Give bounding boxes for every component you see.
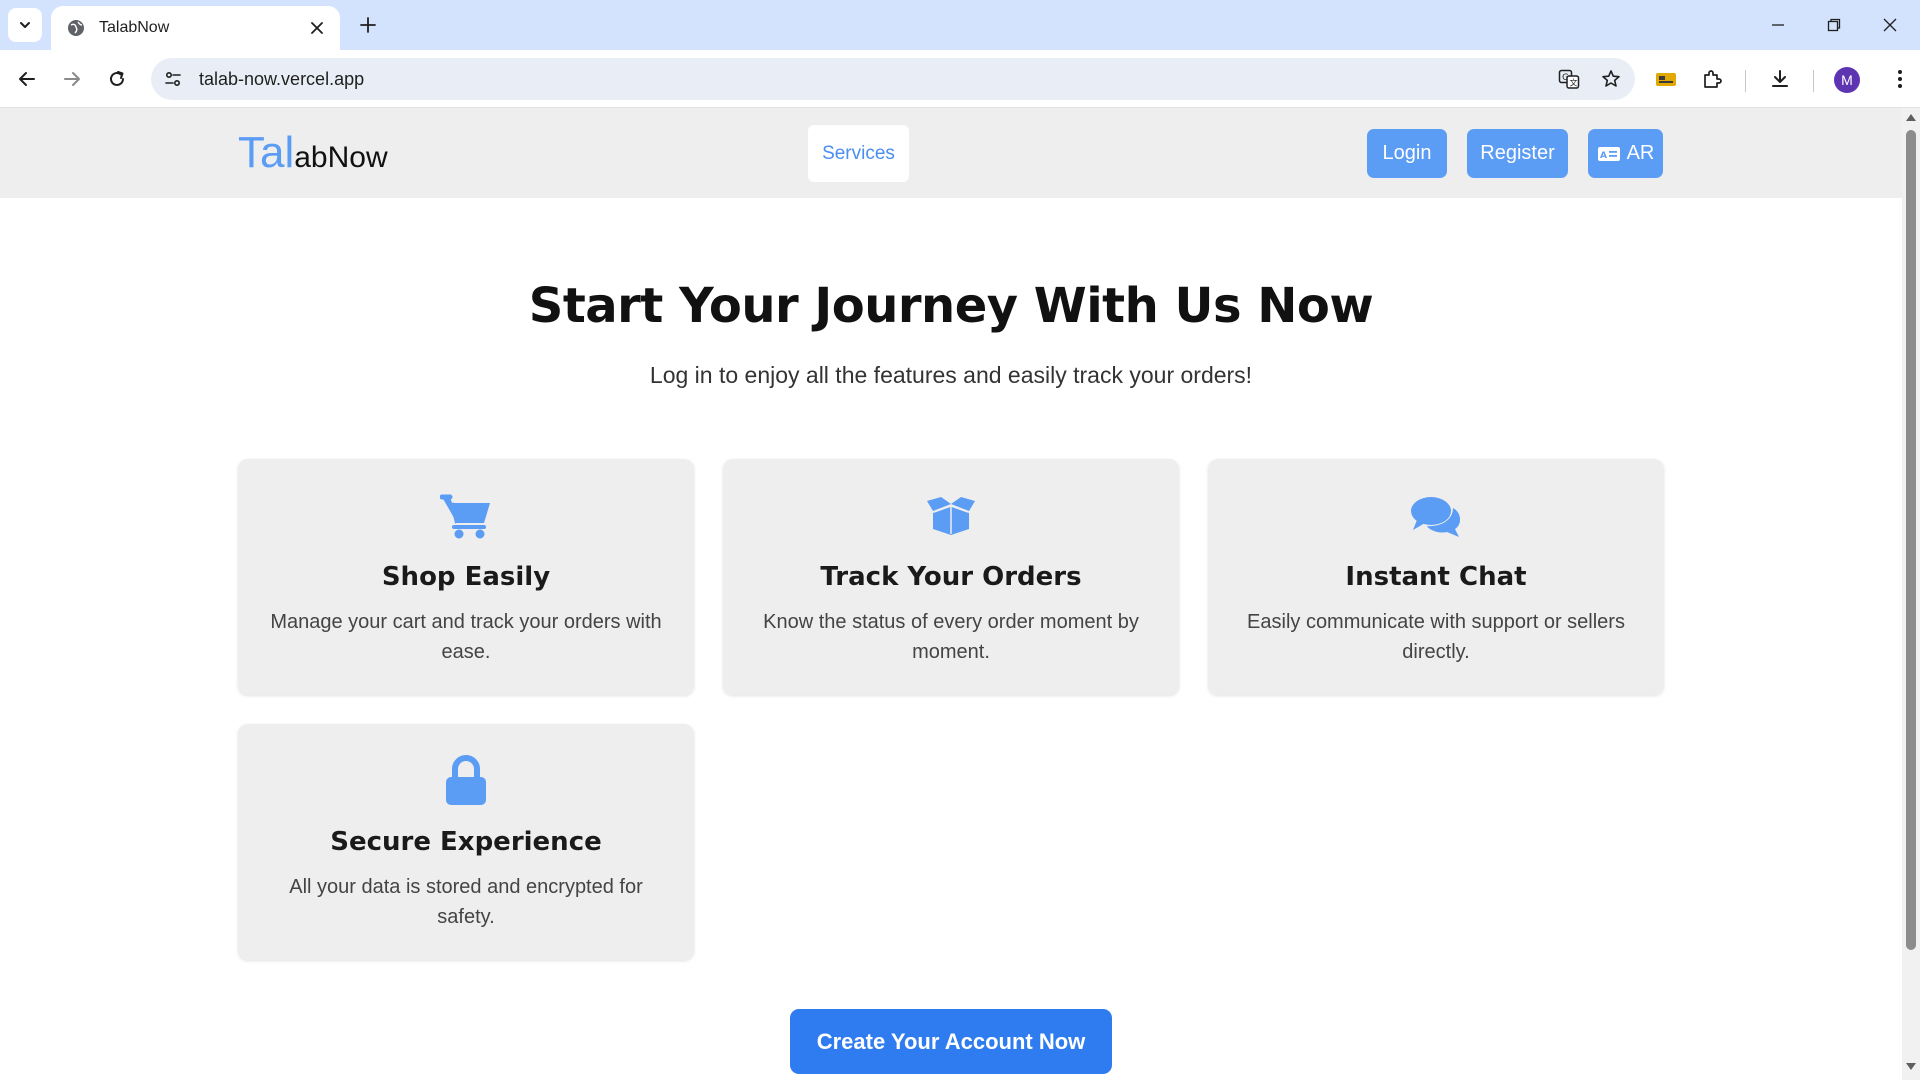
- feature-description: Know the status of every order moment by…: [763, 611, 1139, 663]
- arrow-right-icon: [64, 72, 80, 86]
- feature-description: Easily communicate with support or selle…: [1247, 611, 1625, 663]
- browser-tab-bar: TalabNow: [0, 0, 1920, 50]
- scroll-up-arrow[interactable]: [1906, 114, 1916, 121]
- toolbar-separator: [1745, 70, 1746, 92]
- chat-icon: [1208, 489, 1664, 543]
- svg-text:文: 文: [1570, 78, 1578, 88]
- minimize-icon: [1772, 24, 1784, 26]
- nav-services-link[interactable]: Services: [808, 125, 909, 182]
- lock-icon: [238, 754, 694, 808]
- translate-icon[interactable]: G文: [1551, 61, 1587, 97]
- feature-card-chat: Instant Chat Easily communicate with sup…: [1208, 459, 1664, 695]
- hero-title: Start Your Journey With Us Now: [528, 278, 1374, 334]
- site-info-icon[interactable]: [155, 61, 191, 97]
- globe-icon: [68, 20, 84, 36]
- close-icon: [1883, 18, 1897, 32]
- logo-text-accent: Tal: [238, 128, 295, 177]
- feature-card-shop: Shop Easily Manage your cart and track y…: [238, 459, 694, 695]
- minimize-window-button[interactable]: [1750, 0, 1806, 50]
- back-button[interactable]: [9, 61, 45, 97]
- feature-title: Shop Easily: [381, 562, 551, 592]
- restore-icon: [1827, 18, 1841, 32]
- hero-subtitle: Log in to enjoy all the features and eas…: [649, 362, 1253, 388]
- extension-badge-icon: [1656, 73, 1676, 86]
- login-button[interactable]: Login: [1367, 129, 1447, 178]
- scrollbar-thumb[interactable]: [1906, 130, 1916, 950]
- feature-description: Manage your cart and track your orders w…: [270, 611, 662, 663]
- cart-icon: [238, 489, 694, 543]
- browser-menu-button[interactable]: [1882, 61, 1918, 97]
- tab-title: TalabNow: [99, 19, 170, 36]
- extensions-menu-button[interactable]: [1694, 61, 1730, 97]
- close-tab-icon[interactable]: [306, 17, 328, 39]
- download-icon: [1772, 70, 1788, 87]
- restore-window-button[interactable]: [1806, 0, 1862, 50]
- url-text[interactable]: talab-now.vercel.app: [199, 69, 1551, 90]
- downloads-button[interactable]: [1762, 61, 1798, 97]
- feature-card-secure: Secure Experience All your data is store…: [238, 724, 694, 960]
- reload-icon: [110, 71, 124, 86]
- site-header: TalabNow Services Login Register A AR: [0, 108, 1902, 198]
- profile-avatar[interactable]: M: [1834, 67, 1860, 93]
- feature-title: Track Your Orders: [820, 562, 1082, 592]
- register-button[interactable]: Register: [1467, 129, 1568, 178]
- tab-search-button[interactable]: [8, 8, 42, 42]
- scroll-down-arrow[interactable]: [1906, 1063, 1916, 1070]
- extension-button[interactable]: [1648, 61, 1684, 97]
- language-icon: A: [1597, 146, 1620, 161]
- chevron-down-icon: [20, 22, 30, 28]
- logo-text-main: abNow: [294, 141, 388, 174]
- feature-description: All your data is stored and encrypted fo…: [289, 876, 643, 928]
- plus-icon: [360, 17, 376, 33]
- feature-card-track: Track Your Orders Know the status of eve…: [723, 459, 1179, 695]
- language-label: AR: [1626, 142, 1655, 164]
- new-tab-button[interactable]: [351, 8, 385, 42]
- language-toggle-button[interactable]: A AR: [1588, 129, 1663, 178]
- address-bar[interactable]: talab-now.vercel.app G文: [151, 58, 1635, 100]
- arrow-left-icon: [19, 72, 35, 86]
- browser-tab-active[interactable]: TalabNow: [51, 6, 340, 50]
- close-window-button[interactable]: [1862, 0, 1918, 50]
- kebab-menu-icon: [1898, 70, 1902, 88]
- box-icon: [723, 489, 1179, 543]
- page-scrollbar[interactable]: [1902, 108, 1920, 1080]
- svg-text:A: A: [1600, 151, 1607, 161]
- reload-button[interactable]: [99, 61, 135, 97]
- site-logo[interactable]: TalabNow: [238, 128, 388, 183]
- feature-title: Instant Chat: [1345, 562, 1527, 592]
- puzzle-icon: [1704, 70, 1722, 88]
- toolbar-separator: [1813, 70, 1814, 92]
- page-viewport: TalabNow Services Login Register A AR St…: [0, 108, 1902, 1080]
- bookmark-star-icon[interactable]: [1593, 61, 1629, 97]
- feature-title: Secure Experience: [330, 827, 602, 857]
- forward-button[interactable]: [54, 61, 90, 97]
- browser-toolbar: talab-now.vercel.app G文: [0, 50, 1920, 108]
- create-account-button[interactable]: Create Your Account Now: [790, 1009, 1112, 1074]
